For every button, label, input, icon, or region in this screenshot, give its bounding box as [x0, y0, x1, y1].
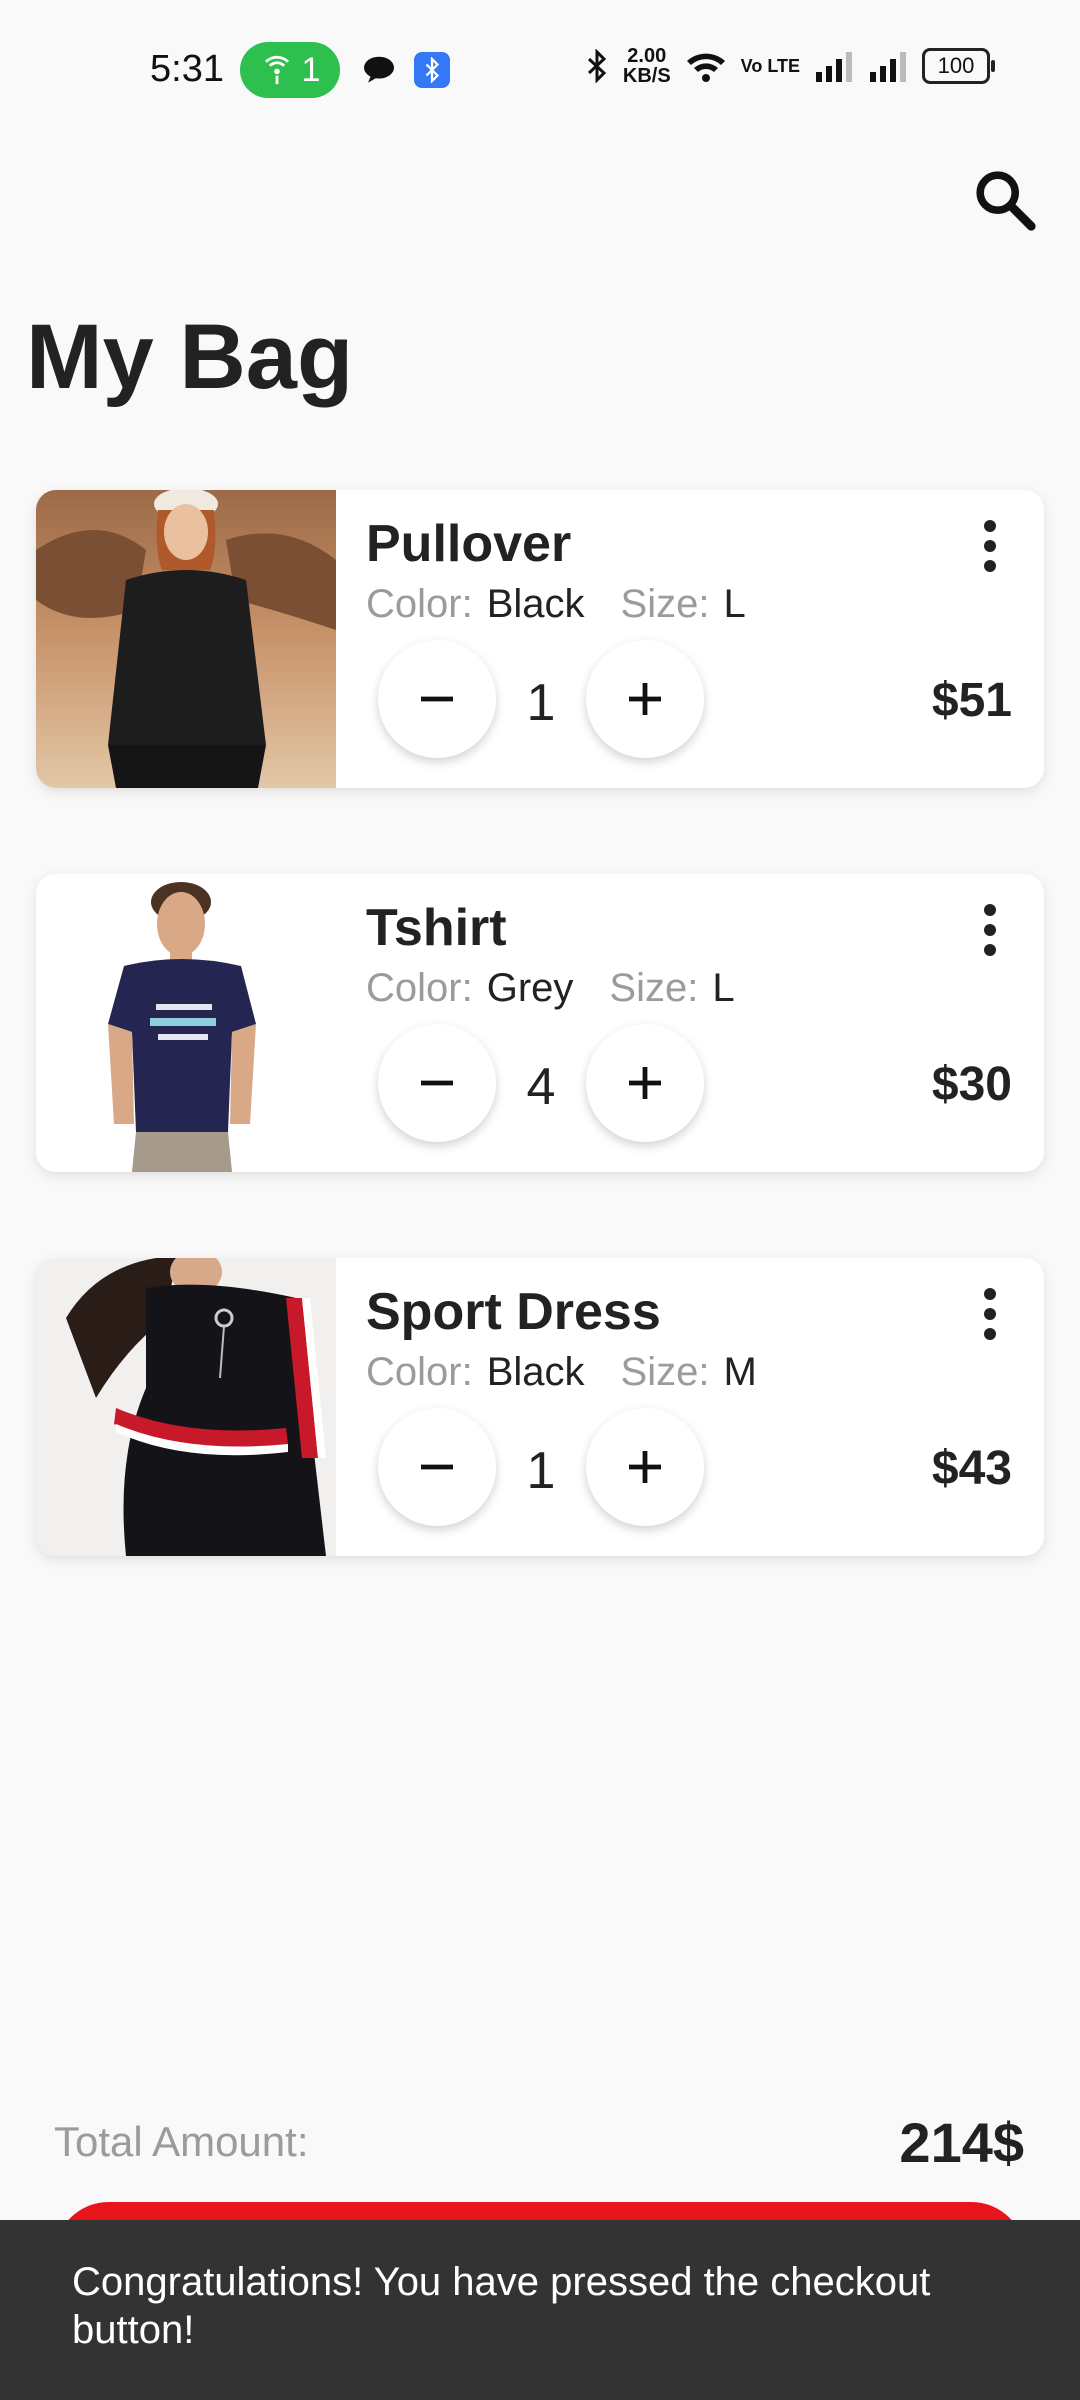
color-label: Color:: [366, 966, 473, 1010]
page-title: My Bag: [26, 306, 354, 408]
minus-icon: [421, 1464, 453, 1470]
bluetooth-app-icon: [414, 52, 450, 88]
minus-icon: [421, 1080, 453, 1086]
cart-item-tshirt: Tshirt Color: Grey Size: L 4 $30: [36, 874, 1044, 1172]
network-speed: 2.00 KB/S: [623, 46, 671, 86]
increase-quantity-button[interactable]: [586, 1024, 704, 1142]
signal-icon-2: [870, 52, 906, 82]
product-image-sport-dress: [36, 1258, 336, 1556]
size-label: Size:: [609, 966, 699, 1010]
item-price: $30: [931, 1058, 1012, 1111]
size-value: L: [723, 582, 746, 626]
more-options-icon[interactable]: [980, 518, 1000, 574]
snackbar: Congratulations! You have pressed the ch…: [0, 2220, 1080, 2400]
speed-unit: KB/S: [622, 65, 671, 87]
speed-value: 2.00: [627, 45, 667, 67]
volte-indicator: Vo LTE: [740, 56, 800, 76]
status-bar: 5:31 1 2.00 KB/S Vo LTE 100: [0, 0, 1080, 130]
chat-icon: [364, 56, 394, 83]
item-attributes: Color: Black Size: M: [366, 1350, 757, 1395]
snackbar-message: Congratulations! You have pressed the ch…: [72, 2260, 931, 2352]
more-options-icon[interactable]: [980, 1286, 1000, 1342]
item-price: $43: [931, 1442, 1012, 1495]
quantity-value: 1: [526, 674, 556, 732]
minus-icon: [421, 696, 453, 702]
status-time: 5:31: [150, 48, 224, 90]
color-value: Grey: [486, 966, 574, 1010]
search-icon[interactable]: [970, 165, 1040, 235]
battery-level: 100: [937, 53, 975, 78]
increase-quantity-button[interactable]: [586, 640, 704, 758]
color-value: Black: [486, 582, 585, 626]
cart-item-pullover: Pullover Color: Black Size: L 1 $51: [36, 490, 1044, 788]
screen: 5:31 1 2.00 KB/S Vo LTE 100 My Bag Pullo…: [0, 0, 1080, 2400]
cart-item-sport-dress: Sport Dress Color: Black Size: M 1 $43: [36, 1258, 1044, 1556]
increase-quantity-button[interactable]: [586, 1408, 704, 1526]
product-image-pullover: [36, 490, 336, 788]
bluetooth-icon: [587, 49, 607, 83]
status-right: 2.00 KB/S Vo LTE 100: [585, 46, 995, 86]
plus-icon: [629, 683, 661, 715]
total-amount-label: Total Amount:: [54, 2118, 309, 2165]
item-name: Pullover: [366, 515, 572, 573]
quantity-value: 1: [526, 1442, 556, 1500]
size-value: L: [712, 966, 735, 1010]
quantity-value: 4: [526, 1058, 556, 1116]
hotspot-count: 1: [301, 50, 321, 89]
total-amount-value: 214$: [899, 2111, 1024, 2174]
plus-icon: [629, 1067, 661, 1099]
hotspot-icon: [264, 55, 289, 85]
product-image-tshirt: [36, 874, 336, 1172]
more-options-icon[interactable]: [980, 902, 1000, 958]
battery-indicator: 100: [922, 48, 995, 84]
decrease-quantity-button[interactable]: [378, 1408, 496, 1526]
size-label: Size:: [620, 582, 710, 626]
plus-icon: [629, 1451, 661, 1483]
item-name: Tshirt: [366, 899, 507, 957]
decrease-quantity-button[interactable]: [378, 1024, 496, 1142]
decrease-quantity-button[interactable]: [378, 640, 496, 758]
signal-icon-1: [816, 52, 852, 82]
color-value: Black: [486, 1350, 585, 1394]
size-value: M: [723, 1350, 757, 1394]
hotspot-indicator: 1: [240, 42, 340, 98]
item-attributes: Color: Grey Size: L: [366, 966, 735, 1011]
item-price: $51: [931, 674, 1012, 727]
item-attributes: Color: Black Size: L: [366, 582, 746, 627]
size-label: Size:: [620, 1350, 710, 1394]
color-label: Color:: [366, 582, 473, 626]
color-label: Color:: [366, 1350, 473, 1394]
wifi-icon: [686, 53, 725, 82]
item-name: Sport Dress: [366, 1283, 661, 1341]
